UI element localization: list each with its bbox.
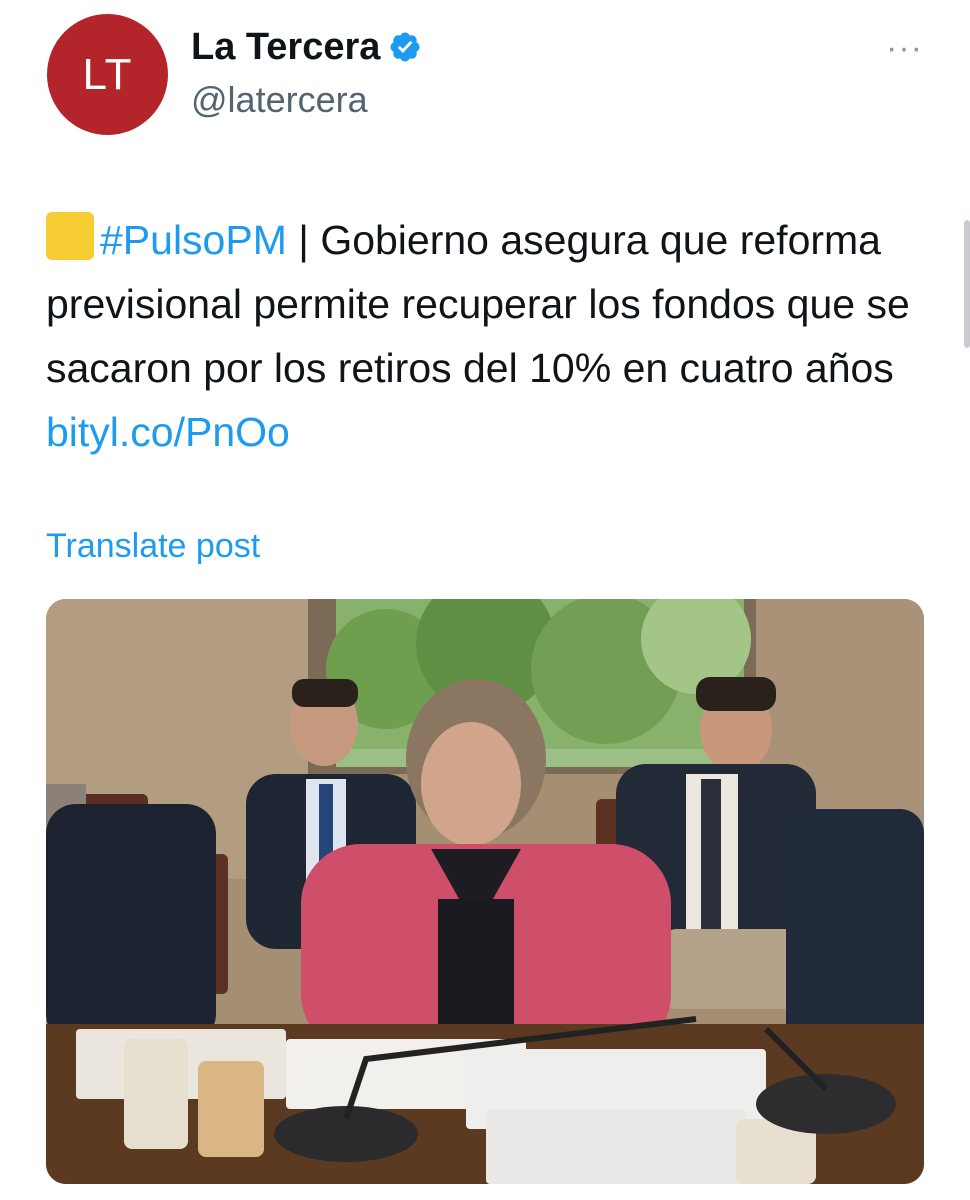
hashtag-link[interactable]: #PulsoPM: [100, 217, 287, 263]
user-handle[interactable]: @latercera: [191, 78, 368, 122]
post-image[interactable]: [46, 599, 924, 1184]
meeting-photo-illustration: [46, 599, 924, 1184]
author-name-row: La Tercera: [191, 24, 422, 70]
verified-badge-icon: [390, 32, 420, 62]
display-name[interactable]: La Tercera: [191, 24, 380, 70]
scrollbar[interactable]: [964, 220, 970, 348]
post-url-link[interactable]: bityl.co/PnOo: [46, 409, 290, 455]
post-text: #PulsoPM | Gobierno asegura que reforma …: [46, 208, 946, 464]
separator: |: [286, 217, 321, 263]
avatar[interactable]: LT: [47, 14, 168, 135]
more-options-button[interactable]: ···: [886, 31, 923, 65]
yellow-square-emoji-icon: [46, 212, 94, 260]
translate-post-button[interactable]: Translate post: [46, 524, 260, 568]
avatar-initials: LT: [82, 49, 133, 99]
